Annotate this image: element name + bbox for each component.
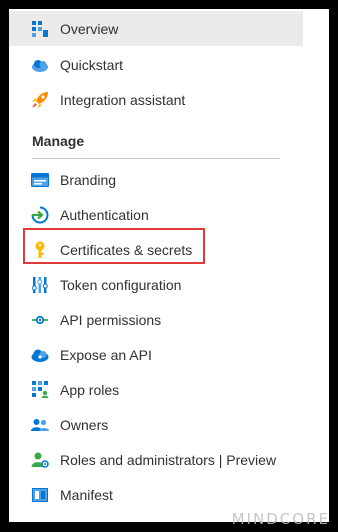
nav-item-label: Branding: [60, 171, 117, 188]
rocket-icon: [31, 91, 49, 109]
nav-item-owners[interactable]: Owners: [9, 407, 303, 442]
nav-item-app-roles[interactable]: App roles: [9, 372, 303, 407]
section-divider: [32, 158, 280, 159]
nav-item-label: Authentication: [60, 206, 149, 223]
app-registration-menu: Overview Quickstart Integration assistan…: [9, 9, 329, 522]
nav-item-branding[interactable]: Branding: [9, 162, 303, 197]
nav-item-label: Token configuration: [60, 276, 182, 293]
nav-item-token-configuration[interactable]: Token configuration: [9, 267, 303, 302]
nav-item-expose-an-api[interactable]: Expose an API: [9, 337, 303, 372]
nav-item-label: Integration assistant: [60, 91, 186, 108]
nav-item-label: Quickstart: [60, 56, 124, 73]
nav-item-label: API permissions: [60, 311, 162, 328]
nav-item-manifest[interactable]: Manifest: [9, 477, 303, 512]
nav-item-quickstart[interactable]: Quickstart: [9, 47, 303, 82]
nav-item-label: Manifest: [60, 486, 113, 503]
nav-item-label: Roles and administrators | Preview: [60, 451, 277, 468]
watermark-text: MINDCORE: [231, 510, 330, 528]
authentication-arrow-icon: [31, 206, 49, 224]
cloud-rocket-icon: [31, 56, 49, 74]
token-bars-icon: [31, 276, 49, 294]
nav-item-authentication[interactable]: Authentication: [9, 197, 303, 232]
nav-item-api-permissions[interactable]: API permissions: [9, 302, 303, 337]
api-permissions-icon: [31, 311, 49, 329]
nav-item-label: Overview: [60, 20, 119, 37]
branding-card-icon: [31, 171, 49, 189]
manifest-icon: [31, 486, 49, 504]
overview-grid-icon: [31, 20, 49, 38]
nav-item-label: Expose an API: [60, 346, 152, 363]
nav-item-overview[interactable]: Overview: [9, 11, 303, 46]
roles-admin-icon: [31, 451, 49, 469]
manage-section-header: Manage: [32, 133, 85, 149]
app-roles-grid-icon: [31, 381, 49, 399]
nav-item-roles-administrators[interactable]: Roles and administrators | Preview: [9, 442, 303, 477]
cloud-api-icon: [31, 346, 49, 364]
owners-people-icon: [31, 416, 49, 434]
highlight-box: [23, 228, 205, 264]
nav-item-label: Owners: [60, 416, 109, 433]
nav-item-label: App roles: [60, 381, 120, 398]
nav-item-integration-assistant[interactable]: Integration assistant: [9, 82, 303, 117]
